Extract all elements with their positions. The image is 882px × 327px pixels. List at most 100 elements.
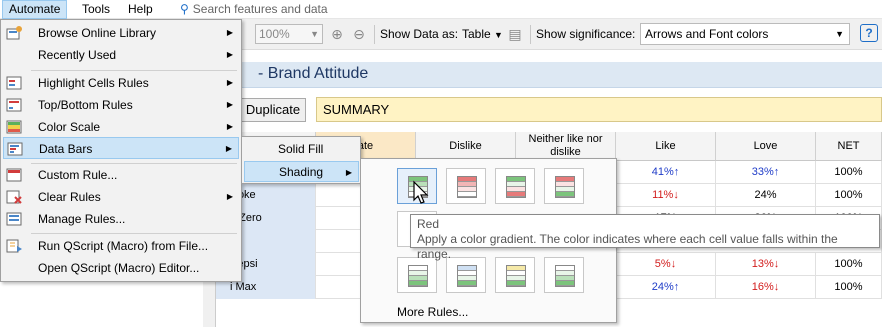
menu-item-clear-rules[interactable]: Clear Rules ▶ xyxy=(3,186,239,208)
tooltip-text: Apply a color gradient. The color indica… xyxy=(417,232,838,261)
page-title: - Brand Attitude xyxy=(258,65,369,82)
chevron-down-icon: ▼ xyxy=(494,30,503,40)
chart-icon[interactable]: ▤ xyxy=(506,25,524,43)
menu-divider xyxy=(31,233,237,234)
gradient-yellow-green-icon xyxy=(506,265,526,287)
menu-item-label: Run QScript (Macro) from File... xyxy=(38,239,209,253)
menu-item-shading[interactable]: Shading ▶ xyxy=(244,161,359,182)
menu-item-open-qscript-editor[interactable]: Open QScript (Macro) Editor... xyxy=(3,257,239,279)
data-bars-submenu: Solid Fill Shading ▶ xyxy=(241,136,361,184)
menu-item-label: Custom Rule... xyxy=(38,168,118,182)
zoom-value: 100% xyxy=(259,27,290,41)
menu-item-highlight-cells-rules[interactable]: Highlight Cells Rules ▶ xyxy=(3,72,239,94)
lightbulb-icon: ⚲ xyxy=(180,2,189,16)
menu-item-run-qscript[interactable]: Run QScript (Macro) from File... xyxy=(3,235,239,257)
tooltip: Red Apply a color gradient. The color in… xyxy=(410,214,880,261)
show-significance-select[interactable]: Arrows and Font colors ▼ xyxy=(640,23,850,45)
search-box[interactable]: ⚲ Search features and data xyxy=(180,2,328,16)
column-header[interactable]: Like xyxy=(616,132,716,161)
zoom-in-icon[interactable]: ⊕ xyxy=(328,25,346,43)
chevron-right-icon: ▶ xyxy=(226,78,233,87)
gradient-swatch-red-green[interactable] xyxy=(544,168,584,204)
menu-item-recently-used[interactable]: Recently Used ▶ xyxy=(3,44,239,66)
table-cell: 16%↓ xyxy=(716,276,816,299)
more-rules-link[interactable]: More Rules... xyxy=(397,305,468,319)
menu-item-label: Shading xyxy=(279,165,324,179)
automate-menu: Browse Online Library ▶ Recently Used ▶ … xyxy=(0,19,242,282)
clear-rules-icon xyxy=(6,190,22,204)
menu-item-label: Browse Online Library xyxy=(38,26,157,40)
help-icon[interactable]: ? xyxy=(860,24,878,42)
menu-item-browse-online-library[interactable]: Browse Online Library ▶ xyxy=(3,22,239,44)
chevron-down-icon: ▼ xyxy=(835,29,844,39)
menu-item-data-bars[interactable]: Data Bars ▶ xyxy=(3,137,239,159)
column-header[interactable]: Love xyxy=(716,132,816,161)
chevron-right-icon: ▶ xyxy=(345,168,352,177)
chevron-down-icon: ▼ xyxy=(310,29,319,39)
menu-item-label: Clear Rules xyxy=(38,190,101,204)
show-data-as-label: Show Data as: xyxy=(380,27,459,41)
gradient-swatch-white-green[interactable] xyxy=(544,257,584,293)
gradient-swatch-green-red[interactable] xyxy=(495,168,535,204)
gradient-swatch-green-white[interactable] xyxy=(397,257,437,293)
column-header[interactable]: NET xyxy=(816,132,882,161)
chevron-right-icon: ▶ xyxy=(226,192,233,201)
search-placeholder: Search features and data xyxy=(192,2,328,16)
gradient-swatch-blue-green[interactable] xyxy=(446,257,486,293)
chevron-right-icon: ▶ xyxy=(226,28,233,37)
chevron-right-icon: ▶ xyxy=(226,100,233,109)
manage-rules-icon xyxy=(6,212,22,226)
gradient-red-icon xyxy=(457,176,477,198)
menu-item-label: Recently Used xyxy=(38,48,117,62)
toolbar: 100% ▼ ⊕ ⊖ Show Data as: Table ▼ ▤ Show … xyxy=(240,19,882,50)
menu-item-label: Color Scale xyxy=(38,120,101,134)
show-data-as-value: Table xyxy=(462,27,491,41)
menu-item-top-bottom-rules[interactable]: Top/Bottom Rules ▶ xyxy=(3,94,239,116)
menu-item-label: Top/Bottom Rules xyxy=(38,98,133,112)
show-significance-value: Arrows and Font colors xyxy=(645,27,769,41)
menu-item-label: Manage Rules... xyxy=(38,212,126,226)
chevron-right-icon: ▶ xyxy=(226,122,233,131)
menu-item-label: Solid Fill xyxy=(278,142,324,156)
table-cell: 41%↑ xyxy=(616,161,716,184)
menu-item-manage-rules[interactable]: Manage Rules... xyxy=(3,208,239,230)
menu-item-custom-rule[interactable]: Custom Rule... xyxy=(3,164,239,186)
chevron-right-icon: ▶ xyxy=(226,50,233,59)
toolbar-divider xyxy=(530,25,531,44)
gradient-green-white-icon xyxy=(408,265,428,287)
menu-item-label: Open QScript (Macro) Editor... xyxy=(38,261,200,275)
page-title-bar: - Brand Attitude xyxy=(216,62,882,88)
summary-field[interactable]: SUMMARY xyxy=(316,97,882,122)
chevron-right-icon: ▶ xyxy=(225,144,232,153)
script-run-icon xyxy=(6,239,22,253)
zoom-out-icon[interactable]: ⊖ xyxy=(350,25,368,43)
menu-help[interactable]: Help xyxy=(122,1,159,18)
gradient-swatch-red[interactable] xyxy=(446,168,486,204)
gradient-green-red-icon xyxy=(506,176,526,198)
show-data-as-dropdown[interactable]: Table ▼ xyxy=(462,27,503,41)
color-scale-icon xyxy=(6,120,22,134)
column-header[interactable]: Neither like nor dislike xyxy=(516,132,616,161)
menu-automate[interactable]: Automate xyxy=(2,0,68,19)
menu-item-label: Data Bars xyxy=(39,142,93,156)
menu-item-label: Highlight Cells Rules xyxy=(38,76,149,90)
library-icon xyxy=(6,26,22,40)
menu-item-color-scale[interactable]: Color Scale ▶ xyxy=(3,116,239,138)
top-bottom-icon xyxy=(6,98,22,112)
custom-rule-icon xyxy=(6,168,22,182)
table-cell: 11%↓ xyxy=(616,184,716,207)
toolbar-divider xyxy=(374,25,375,44)
column-header[interactable]: Dislike xyxy=(416,132,516,161)
table-cell: 24% xyxy=(716,184,816,207)
menu-item-solid-fill[interactable]: Solid Fill xyxy=(244,139,359,160)
menu-tools[interactable]: Tools xyxy=(76,1,116,18)
menu-bar: Automate Tools Help ⚲ Search features and… xyxy=(0,0,882,19)
tooltip-title: Red xyxy=(417,217,440,231)
table-cell: 100% xyxy=(816,184,882,207)
duplicate-button[interactable]: Duplicate xyxy=(240,98,306,122)
zoom-select[interactable]: 100% ▼ xyxy=(255,24,323,44)
table-cell: 33%↑ xyxy=(716,161,816,184)
show-significance-label: Show significance: xyxy=(536,27,636,41)
gradient-swatch-yellow-green[interactable] xyxy=(495,257,535,293)
data-bars-icon xyxy=(7,142,23,156)
